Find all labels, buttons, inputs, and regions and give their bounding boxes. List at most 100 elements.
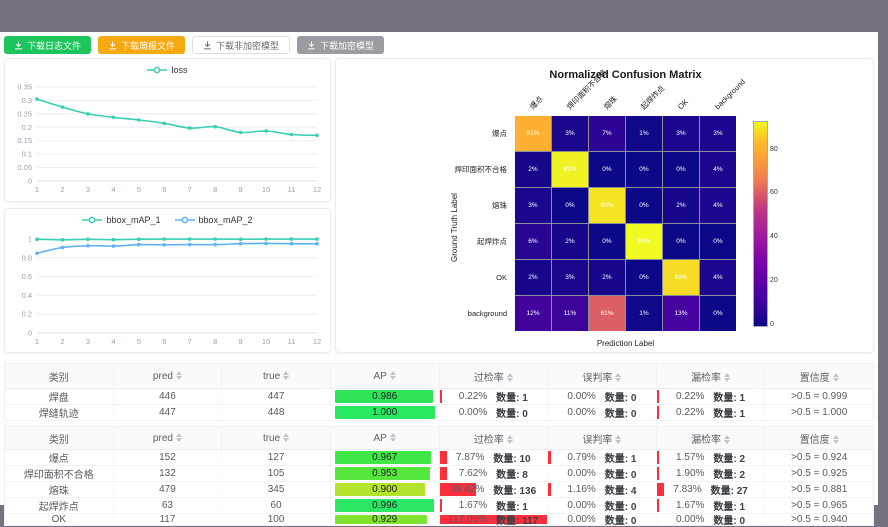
svg-text:6: 6 xyxy=(162,337,166,346)
svg-text:0.15: 0.15 xyxy=(17,136,32,145)
rate-pct: 1.67% xyxy=(459,500,487,511)
rate-count: 数量: 1 xyxy=(713,405,745,420)
matrix-column-label: 起焊炸点 xyxy=(639,84,667,112)
sort-caret-icon[interactable] xyxy=(833,373,839,382)
column-header[interactable]: true xyxy=(222,427,331,450)
legend-item-bbox_mAP_1[interactable]: bbox_mAP_1 xyxy=(82,215,160,225)
sort-caret-icon[interactable] xyxy=(176,371,182,380)
ap-cell: 0.967 xyxy=(330,450,439,466)
rate-text: 1.16%数量: 4 xyxy=(548,482,656,497)
matrix-row-label: background xyxy=(336,309,507,319)
column-header[interactable]: 误判率 xyxy=(548,364,657,389)
sort-caret-icon[interactable] xyxy=(724,373,730,382)
rate-pct: 0.00% xyxy=(459,407,487,418)
svg-text:0.1: 0.1 xyxy=(22,150,32,159)
sort-caret-icon[interactable] xyxy=(390,433,396,442)
rate-text: 0.00%数量: 0 xyxy=(548,514,656,525)
rate-pct: 0.00% xyxy=(676,514,704,525)
ap-value: 0.986 xyxy=(335,390,435,403)
confidence-cell: >0.5 = 0.940 xyxy=(765,514,874,526)
matrix-cell: 0% xyxy=(700,296,736,331)
table-row: 焊印面积不合格1321050.9537.62%数量: 80.00%数量: 01.… xyxy=(5,466,874,482)
column-header[interactable]: AP xyxy=(330,364,439,389)
rate-count: 数量: 0 xyxy=(713,512,745,527)
column-header[interactable]: 置信度 xyxy=(765,427,874,450)
rate-count: 数量: 1 xyxy=(713,389,745,404)
svg-text:0.8: 0.8 xyxy=(22,253,32,262)
column-header[interactable]: 过检率 xyxy=(439,364,548,389)
column-header[interactable]: 漏检率 xyxy=(656,427,765,450)
rate-wrap: 0.00%数量: 0 xyxy=(548,498,656,513)
column-header[interactable]: 漏检率 xyxy=(656,364,765,389)
sort-caret-icon[interactable] xyxy=(283,433,289,442)
svg-text:11: 11 xyxy=(288,185,296,194)
column-header[interactable]: AP xyxy=(330,427,439,450)
svg-text:4: 4 xyxy=(111,185,115,194)
svg-text:0.25: 0.25 xyxy=(17,109,32,118)
rate-text: 0.00%数量: 0 xyxy=(548,405,656,420)
svg-text:7: 7 xyxy=(188,185,192,194)
sort-caret-icon[interactable] xyxy=(724,435,730,444)
column-header[interactable]: 过检率 xyxy=(439,427,548,450)
table-row: 焊盘4464470.9860.22%数量: 10.00%数量: 00.22%数量… xyxy=(5,389,874,405)
matrix-cell: 0% xyxy=(589,152,625,187)
column-label: pred xyxy=(153,371,173,382)
legend-marker-icon xyxy=(82,216,102,224)
download-icon xyxy=(14,41,23,50)
column-label: AP xyxy=(374,433,387,444)
sort-caret-icon[interactable] xyxy=(507,435,513,444)
column-label: 漏检率 xyxy=(691,435,721,446)
rate-text: 0.22%数量: 1 xyxy=(657,405,765,420)
svg-text:8: 8 xyxy=(213,185,217,194)
rate-wrap: 117.00%数量: 117 xyxy=(440,514,548,525)
colorbar-tick-label: 20 xyxy=(770,277,778,284)
button-label: 下载日志文件 xyxy=(27,39,81,52)
sort-caret-icon[interactable] xyxy=(283,371,289,380)
sort-caret-icon[interactable] xyxy=(507,373,513,382)
column-label: true xyxy=(263,433,280,444)
sort-caret-icon[interactable] xyxy=(390,371,396,380)
svg-text:6: 6 xyxy=(162,185,166,194)
table-row: 焊缝轨迹4474481.0000.00%数量: 00.00%数量: 00.22%… xyxy=(5,405,874,421)
column-header[interactable]: 置信度 xyxy=(765,364,874,389)
download-report-button[interactable]: 下载简报文件 xyxy=(98,36,185,54)
rate-count: 数量: 1 xyxy=(496,498,528,513)
sort-caret-icon[interactable] xyxy=(176,433,182,442)
legend-item-bbox_mAP_2[interactable]: bbox_mAP_2 xyxy=(175,215,253,225)
true-cell: 100 xyxy=(222,514,331,526)
download-icon xyxy=(108,41,117,50)
column-label: 置信度 xyxy=(800,373,830,384)
column-header[interactable]: true xyxy=(222,364,331,389)
rate-count: 数量: 27 xyxy=(711,482,748,497)
sort-caret-icon[interactable] xyxy=(615,435,621,444)
rate-wrap: 1.67%数量: 1 xyxy=(657,498,765,513)
matrix-cell: 11% xyxy=(552,296,588,331)
column-label: 误判率 xyxy=(582,373,612,384)
legend-marker-icon xyxy=(147,66,167,74)
download-encrypted-model-button[interactable]: 下载加密模型 xyxy=(297,36,384,54)
download-log-button[interactable]: 下载日志文件 xyxy=(4,36,91,54)
rate-pct: 1.57% xyxy=(676,452,704,463)
column-header[interactable]: pred xyxy=(113,364,222,389)
column-header[interactable]: 误判率 xyxy=(548,427,657,450)
sort-caret-icon[interactable] xyxy=(615,373,621,382)
column-header[interactable]: pred xyxy=(113,427,222,450)
rate-pct: 0.00% xyxy=(567,468,595,479)
ap-bar-wrap: 0.967 xyxy=(335,451,435,464)
svg-text:1: 1 xyxy=(35,185,39,194)
rate-pct: 39.42% xyxy=(450,484,484,495)
sort-caret-icon[interactable] xyxy=(833,435,839,444)
ap-bar-wrap: 0.996 xyxy=(335,499,435,512)
rate-pct: 0.00% xyxy=(567,514,595,525)
legend-item-loss[interactable]: loss xyxy=(147,65,187,75)
button-label: 下载非加密模型 xyxy=(216,39,279,52)
class-cell: 焊缝轨迹 xyxy=(5,405,114,421)
matrix-cell: 3% xyxy=(552,260,588,295)
map-chart: 00.20.40.60.81123456789101112 xyxy=(7,231,329,351)
legend-label: bbox_mAP_1 xyxy=(106,215,160,225)
download-plain-model-button[interactable]: 下载非加密模型 xyxy=(192,36,290,54)
column-label: 漏检率 xyxy=(691,373,721,384)
ap-value: 0.900 xyxy=(335,483,435,496)
rate-text: 7.87%数量: 10 xyxy=(440,450,548,465)
true-cell: 60 xyxy=(222,498,331,514)
